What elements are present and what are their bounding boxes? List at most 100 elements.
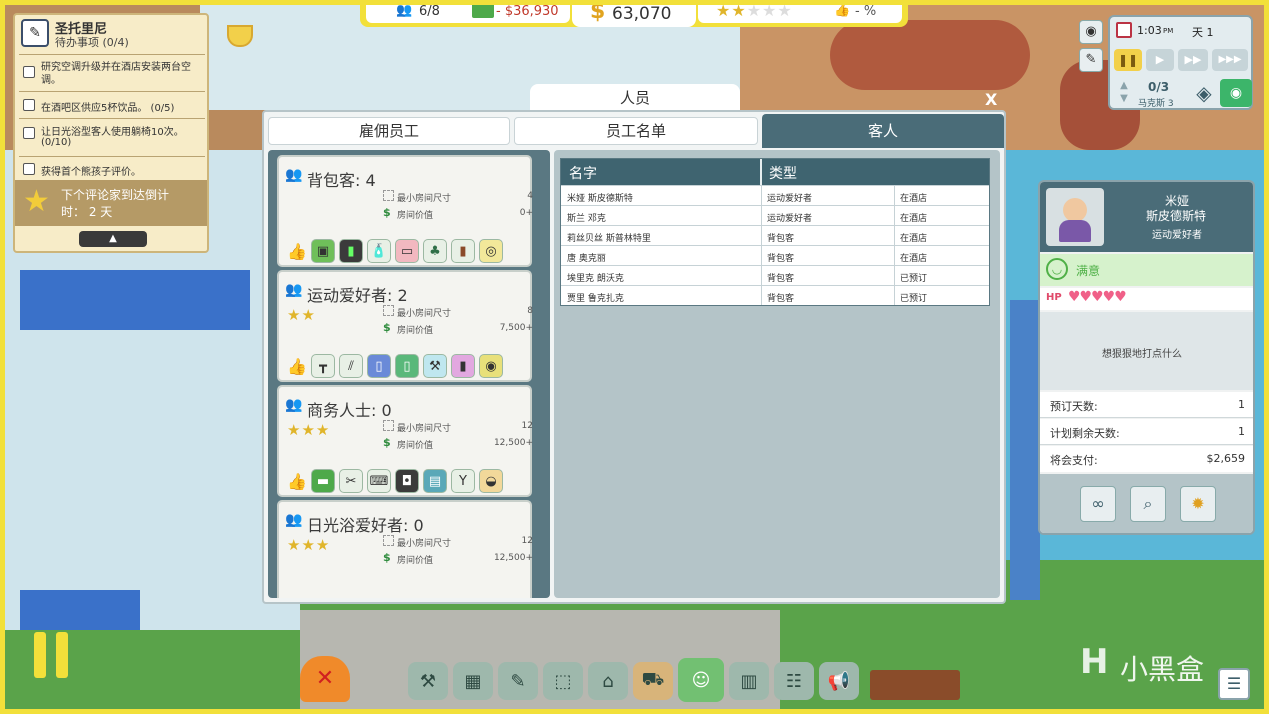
preference-icons: 👍 ┳ ⫽ ▯ ▯ ⚒ ▮ ◉	[287, 354, 507, 378]
table-row[interactable]: 唐 奥克丽 背包客 在酒店	[561, 245, 989, 265]
play-button[interactable]: ▶	[1146, 49, 1174, 71]
todo-count: 待办事项 (0/4)	[55, 36, 129, 49]
rock-formation	[830, 20, 1030, 90]
avatar	[1046, 188, 1104, 246]
money-icon: $	[383, 206, 391, 219]
money-icon: $	[383, 551, 391, 564]
room-price-label: 房间价值	[397, 441, 434, 451]
cancel-build-icon[interactable]: ✕	[300, 656, 350, 702]
table-row[interactable]: 米娅 斯皮德斯特 运动爱好者 在酒店	[561, 185, 989, 205]
task-checkbox-2[interactable]	[23, 99, 35, 111]
tab-hire-staff[interactable]: 雇佣员工	[268, 117, 510, 145]
fastest-button[interactable]: ▶▶▶	[1212, 49, 1248, 71]
tab-staff-list[interactable]: 员工名单	[514, 117, 758, 145]
min-room-value: 8	[527, 306, 533, 316]
task-checkbox-4[interactable]	[23, 163, 35, 175]
clock-time: 1:03	[1137, 24, 1162, 37]
task-item-4[interactable]: 获得首个熊孩子评价。	[19, 159, 205, 179]
tab-guests[interactable]: 客人	[762, 114, 1004, 148]
pause-button[interactable]: ❚❚	[1114, 49, 1142, 71]
guest-type-card-business[interactable]: 👥 商务人士: 0 ★★★ 最小房间尺寸 12 $ 房间价值 12,500+ 👍 ▬ …	[277, 385, 533, 497]
guest-table: 名字 类型 米娅 斯皮德斯特 运动爱好者 在酒店 斯兰 邓克 运动爱好者 在酒店 莉丝贝…	[560, 158, 990, 306]
guest-count: 6/8	[419, 4, 440, 19]
furniture-button[interactable]: ⌂	[588, 662, 628, 700]
guest-type-card-athlete[interactable]: 👥 运动爱好者: 2 ★★ 最小房间尺寸 8 $ 房间价值 7,500+ 👍 ┳ ⫽ …	[277, 270, 533, 382]
task-item-3[interactable]: 让日光浴型客人使用躺椅10次。 (0/10)	[19, 121, 205, 153]
preference-icons: 👍 ▣ ▮ 🧴 ▭ ♣ ▮ ◎	[287, 239, 507, 263]
floor-name: 马克斯 3	[1138, 99, 1174, 109]
guest-thought: 想狠狠地打点什么	[1102, 349, 1182, 360]
watermark-h-icon: H	[1080, 642, 1109, 682]
guest-status: 已预订	[900, 274, 928, 284]
evict-guest-button[interactable]: ✹	[1180, 486, 1216, 522]
treadmill-icon: ⫽	[339, 354, 363, 378]
collapse-button[interactable]: ▲	[79, 231, 147, 247]
tab-staff-list-label: 员工名单	[605, 122, 666, 140]
martini-icon: Y	[451, 469, 475, 493]
guest-type-card-sunbather[interactable]: 👥 日光浴爱好者: 0 ★★★ 最小房间尺寸 12 $ 房间价值 12,500+	[277, 500, 533, 598]
task-text-2: 在酒吧区供应5杯饮品。 (0/5)	[41, 103, 175, 114]
min-room-label: 最小房间尺寸	[397, 424, 452, 434]
guest-types-panel[interactable]: 👥 背包客: 4 最小房间尺寸 4 $ 房间价值 0+ 👍 ▣ ▮ 🧴 ▭ ♣ ▮ ◎…	[268, 150, 550, 598]
guests-icon: 👥	[396, 3, 413, 18]
task-text-1: 研究空调升级并在酒店安装两台空调。	[41, 62, 191, 86]
smiley-icon: ◡	[1046, 258, 1068, 280]
min-room-value: 12	[521, 536, 533, 546]
camera-button[interactable]: ◉	[1079, 20, 1103, 44]
critic-star-icon: ★	[23, 184, 50, 219]
build-hammer-button[interactable]: ⚒	[408, 662, 448, 700]
finance-report-button[interactable]: ▥	[729, 662, 769, 700]
stat-row: 将会支付: $2,659	[1040, 446, 1253, 472]
approval-value: - %	[855, 4, 877, 19]
chairs-icon: ▤	[423, 469, 447, 493]
visibility-eye-button[interactable]: ◉	[1220, 79, 1252, 107]
close-button[interactable]: X	[985, 90, 1003, 109]
inspect-guest-button[interactable]: ⌕	[1130, 486, 1166, 522]
room-price-label: 房间价值	[397, 556, 434, 566]
org-chart-button[interactable]: ☷	[774, 662, 814, 700]
clock-panel: 1:03 PM 天 1 ❚❚ ▶ ▶▶ ▶▶▶ ▲ ▼ 0/3 马克斯 3 ◈ ◉	[1108, 15, 1253, 110]
floor-plan-button[interactable]: ▦	[453, 662, 493, 700]
tab-hire-staff-label: 雇佣员工	[358, 122, 419, 140]
game-pause-button[interactable]	[32, 632, 72, 680]
guest-status: 在酒店	[900, 194, 928, 204]
guest-table-header: 名字 类型	[561, 159, 989, 185]
task-checkbox-3[interactable]	[23, 127, 35, 139]
dollar-icon: $	[590, 0, 606, 24]
binoculars-button[interactable]: ∞	[1080, 486, 1116, 522]
athlete-avatar-icon: 👥	[285, 282, 303, 298]
critic-time: 时： 2 天	[61, 205, 113, 219]
staff-people-button[interactable]: ☺	[678, 658, 724, 702]
table-row[interactable]: 莉丝贝丝 斯普林特里 背包客 在酒店	[561, 225, 989, 245]
room-price-value: 12,500+	[493, 438, 533, 448]
like-thumb-icon: 👍	[287, 356, 307, 376]
approval-thumb-icon: 👍	[834, 3, 851, 18]
layers-icon[interactable]: ◈	[1190, 79, 1218, 107]
task-checkbox-1[interactable]	[23, 66, 35, 78]
menu-list-button[interactable]: ☰	[1218, 668, 1250, 700]
calendar-icon	[1116, 22, 1132, 38]
expense-value: - $36,930	[496, 4, 559, 19]
mood-label: 满意	[1076, 264, 1101, 278]
table-row[interactable]: 斯兰 邓克 运动爱好者 在酒店	[561, 205, 989, 225]
guest-type-stars: ★★	[287, 306, 316, 324]
guest-status: 在酒店	[900, 254, 928, 264]
top-status-bar: 👥 6/8 - $36,930 $ 63,070 ★★★★★ 👍 - %	[360, 0, 908, 27]
marketing-button[interactable]: 📢	[819, 662, 859, 700]
trophy-icon[interactable]	[218, 14, 262, 58]
guest-type-card-backpacker[interactable]: 👥 背包客: 4 最小房间尺寸 4 $ 房间价值 0+ 👍 ▣ ▮ 🧴 ▭ ♣ ▮ ◎	[277, 155, 533, 267]
paint-button[interactable]: ✎	[498, 662, 538, 700]
table-row[interactable]: 贾里 鲁克扎克 背包客 已预订	[561, 285, 989, 305]
money-display: $ 63,070	[572, 0, 696, 27]
task-item-1[interactable]: 研究空调升级并在酒店安装两台空调。	[19, 59, 205, 91]
eyedropper-button[interactable]: ✎	[1079, 48, 1103, 72]
table-row[interactable]: 埃里克 朗沃克 背包客 已预订	[561, 265, 989, 285]
guest-last-name: 斯皮德斯特	[1146, 209, 1207, 223]
guest-type: 运动爱好者	[767, 194, 813, 204]
floor-up-down-button[interactable]: ▲ ▼	[1114, 79, 1134, 107]
task-item-2[interactable]: 在酒吧区供应5杯饮品。 (0/5)	[19, 95, 205, 115]
zone-select-button[interactable]: ⬚	[543, 662, 583, 700]
fast-forward-button[interactable]: ▶▶	[1178, 49, 1208, 71]
bulldozer-button[interactable]: ⛟	[633, 662, 673, 700]
min-room-value: 4	[527, 191, 533, 201]
